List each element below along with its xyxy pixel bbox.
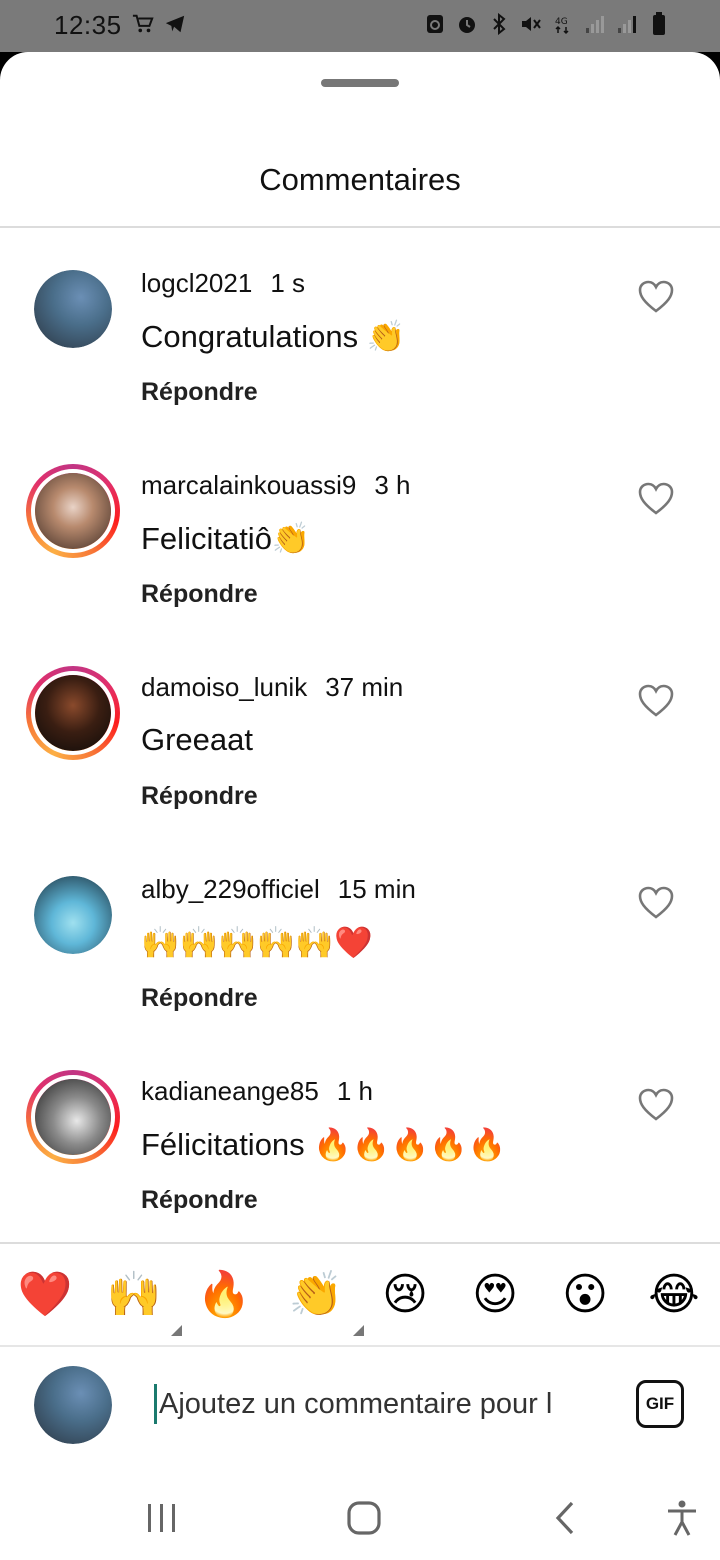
comment-item: kadianeange85 1 h Félicitations 🔥🔥🔥🔥🔥 Rép… [0,1068,720,1270]
quick-reactions-bar: ❤️ 🙌 🔥 👏 😢 😍 😮 😂 [0,1252,720,1342]
comment-time: 15 min [337,874,416,904]
reaction-heart-eyes[interactable]: 😍 [463,1262,527,1326]
signal-icon [616,12,638,36]
comment-time: 3 h [374,470,411,500]
crying-face-emoji-icon: 😢 [382,1268,428,1320]
divider [0,1242,720,1244]
like-heart-icon[interactable] [638,482,674,516]
avatar-story-ring[interactable] [26,666,120,760]
variants-indicator [171,1325,182,1336]
heart-eyes-emoji-icon: 😍 [472,1268,518,1320]
status-bar: 12:35 4G [0,0,720,52]
like-heart-icon[interactable] [638,1088,674,1122]
avatar-image [34,876,112,954]
comment-username[interactable]: alby_229officiel [141,874,320,904]
comment-item: alby_229officiel 15 min 🙌🙌🙌🙌🙌❤️ Répondre [0,866,720,1068]
comment-text: Congratulations 👏 [141,319,406,354]
open-mouth-emoji-icon: 😮 [562,1268,608,1320]
reaction-tears-of-joy[interactable]: 😂 [642,1262,706,1326]
network-4g-icon: 4G [552,12,574,36]
battery-icon [648,12,670,36]
status-time: 12:35 [54,10,122,40]
signal-icon [584,12,606,36]
gif-button[interactable]: GIF [636,1380,684,1428]
accessibility-icon[interactable] [662,1498,702,1538]
comment-username[interactable]: damoiso_lunik [141,672,307,702]
variants-indicator [353,1325,364,1336]
avatar-story-ring[interactable] [26,1070,120,1164]
cart-icon [132,12,154,36]
comment-username[interactable]: kadianeange85 [141,1076,319,1106]
status-right-icons: 4G [424,12,670,36]
reaction-open-mouth[interactable]: 😮 [553,1262,617,1326]
alarm-icon [456,12,478,36]
like-heart-icon[interactable] [638,280,674,314]
avatar-image [34,270,112,348]
comment-time: 1 s [270,268,305,298]
bluetooth-icon [488,12,510,36]
home-icon[interactable] [344,1498,384,1538]
comment-input-row: GIF [0,1348,720,1478]
comment-time: 1 h [336,1076,373,1106]
like-heart-icon[interactable] [638,684,674,718]
divider [0,226,720,228]
avatar-image [35,675,111,751]
my-avatar [34,1366,112,1444]
comment-text: Greeaat [141,722,254,757]
raising-hands-emoji-icon: 🙌 [106,1269,162,1320]
mute-icon [520,12,542,36]
reply-button[interactable]: Répondre [141,378,258,407]
recent-apps-icon[interactable] [142,1498,182,1538]
avatar-story-ring[interactable] [26,464,120,558]
reaction-heart[interactable]: ❤️ [13,1262,77,1326]
reaction-fire[interactable]: 🔥 [192,1262,256,1326]
reply-button[interactable]: Répondre [141,782,258,811]
comment-input[interactable] [154,1384,602,1424]
comment-text: Felicitatiô👏 [141,521,311,556]
drag-handle[interactable] [321,79,399,87]
comment-text: 🙌🙌🙌🙌🙌❤️ [141,925,373,960]
back-icon[interactable] [546,1498,586,1538]
comments-sheet: Commentaires logcl2021 1 s Congratulation… [0,52,720,1560]
comment-time: 37 min [325,672,404,702]
reaction-raising-hands[interactable]: 🙌 [102,1262,182,1336]
comment-username[interactable]: marcalainkouassi9 [141,470,356,500]
svg-text:4G: 4G [555,17,568,27]
avatar-image [34,1366,112,1444]
reaction-crying-face[interactable]: 😢 [373,1262,437,1326]
comment-text: Félicitations 🔥🔥🔥🔥🔥 [141,1127,507,1162]
avatar[interactable] [34,876,112,954]
telegram-icon [164,12,186,36]
reply-button[interactable]: Répondre [141,984,258,1013]
avatar[interactable] [34,270,112,348]
like-heart-icon[interactable] [638,886,674,920]
tears-of-joy-emoji-icon: 😂 [648,1268,700,1320]
comment-item: logcl2021 1 s Congratulations 👏 Répondre [0,260,720,462]
fire-emoji-icon: 🔥 [196,1269,252,1320]
avatar-image [35,1079,111,1155]
heart-emoji-icon: ❤️ [17,1269,73,1320]
avatar-image [35,473,111,549]
comment-username[interactable]: logcl2021 [141,268,252,298]
comment-item: marcalainkouassi9 3 h Felicitatiô👏 Répond… [0,462,720,664]
recycle-icon [424,12,446,36]
system-nav-bar [0,1478,720,1560]
clapping-hands-emoji-icon: 👏 [288,1269,344,1320]
reaction-clapping-hands[interactable]: 👏 [284,1262,364,1336]
reply-button[interactable]: Répondre [141,1186,258,1215]
divider [0,1345,720,1347]
status-left-icons [132,12,186,36]
sheet-title: Commentaires [259,162,461,197]
comment-item: damoiso_lunik 37 min Greeaat Répondre [0,664,720,866]
reply-button[interactable]: Répondre [141,580,258,609]
